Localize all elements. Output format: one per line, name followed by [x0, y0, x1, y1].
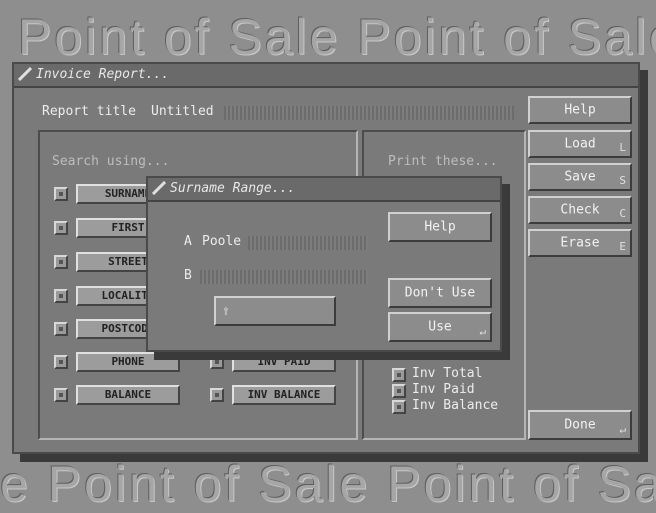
window-menu-icon[interactable]: [18, 67, 32, 81]
checkbox-first[interactable]: [54, 221, 68, 235]
save-button-label: Save: [564, 169, 596, 185]
use-enter-icon: ↵: [479, 325, 486, 338]
checkbox-surname[interactable]: [54, 187, 68, 201]
check-shortcut: C: [619, 207, 626, 220]
erase-shortcut: E: [619, 240, 626, 253]
range-a-label: A: [184, 234, 192, 249]
use-label: Use: [428, 319, 452, 335]
save-shortcut: S: [619, 174, 626, 187]
field-button-inv-balance[interactable]: INV BALANCE: [232, 385, 336, 405]
load-button[interactable]: Load L: [528, 130, 632, 158]
checkbox-inv-paid-print[interactable]: [392, 384, 406, 398]
field-button-balance[interactable]: BALANCE: [76, 385, 180, 405]
checkbox-inv-balance-print[interactable]: [392, 400, 406, 414]
checkbox-inv-paid[interactable]: [210, 355, 224, 369]
check-button-label: Check: [560, 202, 600, 218]
checkbox-inv-total[interactable]: [392, 368, 406, 382]
enter-icon: ↵: [619, 423, 626, 436]
report-title-label: Report title: [42, 104, 136, 119]
surname-titlebar[interactable]: Surname Range...: [148, 178, 500, 202]
field-button-inv-paid[interactable]: INV PAID: [232, 352, 336, 372]
search-using-label: Search using...: [52, 154, 170, 169]
picker-button[interactable]: ⇧: [214, 296, 336, 326]
surname-dialog-title: Surname Range...: [170, 181, 296, 196]
background-text-bottom: le Point of Sale Point of Sa: [0, 456, 656, 512]
erase-button-label: Erase: [560, 235, 600, 251]
field-button-phone[interactable]: PHONE: [76, 352, 180, 372]
invoice-titlebar[interactable]: Invoice Report...: [14, 64, 638, 88]
print-these-label: Print these...: [388, 154, 498, 169]
dont-use-button[interactable]: Don't Use: [388, 278, 492, 308]
erase-button[interactable]: Erase E: [528, 229, 632, 257]
print-item-inv-paid[interactable]: Inv Paid: [412, 382, 475, 397]
print-item-inv-total[interactable]: Inv Total: [412, 366, 482, 381]
range-b-field[interactable]: [200, 270, 368, 284]
save-button[interactable]: Save S: [528, 163, 632, 191]
report-title-field[interactable]: [224, 106, 514, 120]
checkbox-street[interactable]: [54, 255, 68, 269]
range-b-label: B: [184, 268, 192, 283]
checkbox-balance[interactable]: [54, 388, 68, 402]
use-button[interactable]: Use ↵: [388, 312, 492, 342]
surname-help-button[interactable]: Help: [388, 212, 492, 242]
checkbox-locality[interactable]: [54, 289, 68, 303]
done-button-label: Done: [564, 417, 596, 433]
picker-icon: ⇧: [222, 303, 230, 319]
print-item-inv-balance[interactable]: Inv Balance: [412, 398, 498, 413]
load-button-label: Load: [564, 136, 596, 152]
checkbox-postcode[interactable]: [54, 322, 68, 336]
range-a-field[interactable]: [248, 236, 368, 250]
help-button[interactable]: Help: [528, 96, 632, 124]
checkbox-phone[interactable]: [54, 355, 68, 369]
dialog-menu-icon[interactable]: [152, 181, 166, 195]
checkbox-inv-balance[interactable]: [210, 388, 224, 402]
surname-help-label: Help: [424, 219, 456, 235]
report-title-value[interactable]: Untitled: [151, 104, 214, 119]
surname-range-dialog: Surname Range... A Poole B ⇧ Help Don't …: [146, 176, 502, 352]
background-text-top: Point of Sale Point of Sale: [18, 9, 656, 65]
invoice-window-title: Invoice Report...: [36, 67, 170, 82]
range-a-value[interactable]: Poole: [202, 234, 241, 249]
help-button-label: Help: [564, 102, 596, 118]
dont-use-label: Don't Use: [404, 285, 476, 301]
done-button[interactable]: Done ↵: [528, 410, 632, 440]
check-button[interactable]: Check C: [528, 196, 632, 224]
load-shortcut: L: [619, 141, 626, 154]
